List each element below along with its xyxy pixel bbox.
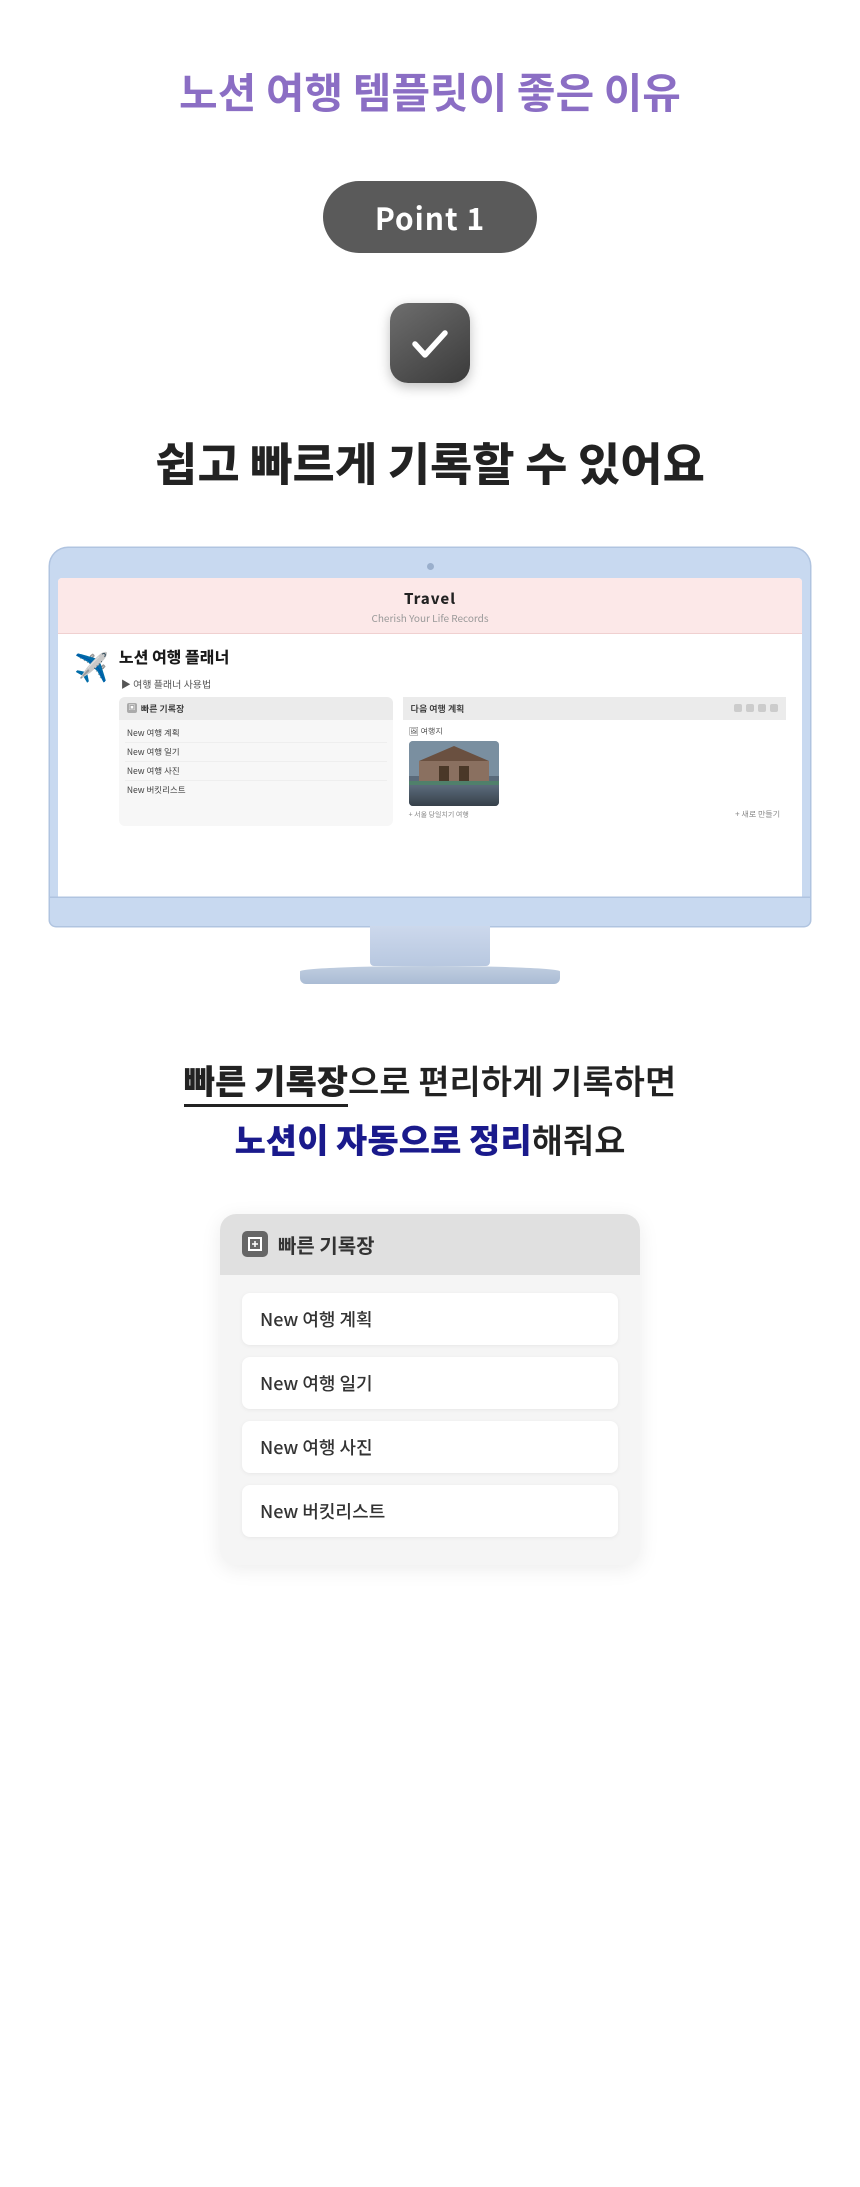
desc-highlight-notion: 노션이 자동으로 정리 — [235, 1114, 532, 1163]
tool-dot — [734, 704, 742, 712]
notion-plane-icon: ✈️ — [74, 644, 109, 826]
notion-add-link: + 새로 만들기 — [735, 726, 780, 820]
notion-right-body: 🖼 여행지 — [403, 720, 786, 826]
imac-neck — [370, 926, 490, 966]
right-link-label: + 서울 당일치기 여행 — [409, 810, 730, 820]
page-wrapper: 노션 여행 템플릿이 좋은 이유 Point 1 쉽고 빠르게 기록할 수 있어… — [0, 0, 860, 2187]
quick-record-card: 빠른 기록장 New 여행 계획 New 여행 일기 New 여행 사진 New… — [220, 1214, 640, 1565]
point-badge: Point 1 — [323, 181, 537, 253]
notion-link: + 새로 만들기 — [735, 809, 780, 820]
notion-header: Travel Cherish Your Life Records — [58, 578, 802, 634]
notion-left-items: New 여행 계획 New 여행 일기 New 여행 사진 New 버킷리스트 — [119, 720, 393, 803]
travel-title: Travel — [78, 588, 782, 609]
notion-right-tools — [734, 704, 778, 712]
right-sub-label: 🖼 여행지 — [409, 726, 730, 737]
desc-line2-end: 해줘요 — [532, 1114, 626, 1163]
imac-mockup: Travel Cherish Your Life Records ✈️ 노션 여… — [50, 548, 810, 984]
imac-base — [300, 966, 560, 984]
list-item: New 버킷리스트 — [125, 781, 387, 799]
list-item: New 여행 일기 — [125, 743, 387, 762]
notion-content: 노션 여행 플래너 ▶ 여행 플래너 사용법 ▣ 빠른 기록장 New 여행 — [119, 644, 786, 826]
desc-line2: 노션이 자동으로 정리해줘요 — [184, 1113, 676, 1164]
col-icon: ▣ — [127, 703, 137, 713]
quick-record-title: 빠른 기록장 — [278, 1230, 375, 1259]
quick-record-icon — [242, 1231, 268, 1257]
notion-page-title: 노션 여행 플래너 — [119, 644, 786, 668]
imac-screen-outer: Travel Cherish Your Life Records ✈️ 노션 여… — [50, 548, 810, 898]
travel-subtitle: Cherish Your Life Records — [78, 610, 782, 625]
quick-record-header: 빠른 기록장 — [220, 1214, 640, 1275]
notion-right-header: 다음 여행 계획 — [403, 697, 786, 720]
desc-line1: 빠른 기록장으로 편리하게 기록하면 — [184, 1054, 676, 1105]
tool-dot — [770, 704, 778, 712]
list-item: New 여행 사진 — [125, 762, 387, 781]
notion-columns: ▣ 빠른 기록장 New 여행 계획 New 여행 일기 New 여행 사진 N… — [119, 697, 786, 826]
list-item: New 여행 계획 — [242, 1293, 618, 1345]
desc-bold-part: 빠른 기록장 — [184, 1055, 348, 1107]
list-item: New 버킷리스트 — [242, 1485, 618, 1537]
desc-normal-part: 으로 편리하게 기록하면 — [348, 1055, 676, 1104]
main-heading: 쉽고 빠르게 기록할 수 있어요 — [155, 433, 705, 493]
main-title: 노션 여행 템플릿이 좋은 이유 — [179, 60, 681, 121]
notion-body: ✈️ 노션 여행 플래너 ▶ 여행 플래너 사용법 ▣ 빠른 기록장 — [58, 634, 802, 836]
description-section: 빠른 기록장으로 편리하게 기록하면 노션이 자동으로 정리해줘요 — [144, 1054, 716, 1164]
right-col-title: 다음 여행 계획 — [411, 702, 465, 715]
tool-dot — [746, 704, 754, 712]
checkmark-icon — [390, 303, 470, 383]
notion-left-col: ▣ 빠른 기록장 New 여행 계획 New 여행 일기 New 여행 사진 N… — [119, 697, 393, 826]
imac-screen-inner: Travel Cherish Your Life Records ✈️ 노션 여… — [58, 578, 802, 898]
list-item: New 여행 계획 — [125, 724, 387, 743]
tool-dot — [758, 704, 766, 712]
imac-camera-dot — [427, 563, 434, 570]
list-item: New 여행 일기 — [242, 1357, 618, 1409]
imac-chin — [50, 898, 810, 926]
notion-left-col-header: ▣ 빠른 기록장 — [119, 697, 393, 720]
list-item: New 여행 사진 — [242, 1421, 618, 1473]
imac-topbar — [58, 556, 802, 578]
notion-image — [409, 741, 499, 806]
notion-section-header: ▶ 여행 플래너 사용법 — [119, 676, 786, 691]
quick-record-items: New 여행 계획 New 여행 일기 New 여행 사진 New 버킷리스트 — [220, 1293, 640, 1537]
notion-right-col: 다음 여행 계획 — [403, 697, 786, 826]
